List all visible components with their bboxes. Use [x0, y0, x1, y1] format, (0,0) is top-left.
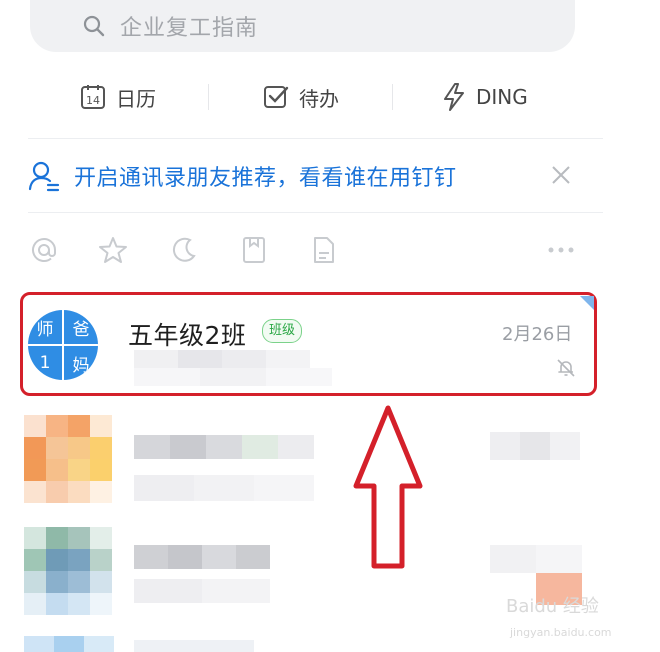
calendar-button[interactable]: 14 日历	[80, 74, 156, 120]
moon-icon[interactable]	[170, 236, 198, 264]
search-icon	[83, 15, 105, 37]
group-avatar: 师 爸 1 妈	[28, 310, 98, 380]
file-icon[interactable]	[312, 236, 336, 264]
more-icon[interactable]	[546, 236, 576, 264]
svg-text:14: 14	[86, 94, 100, 107]
redacted-preview	[134, 350, 334, 388]
star-icon[interactable]	[98, 236, 128, 264]
watermark-url: jingyan.baidu.com	[510, 626, 612, 639]
class-tag: 班级	[262, 319, 303, 343]
close-icon[interactable]	[548, 162, 574, 188]
avatar-cell: 爸	[72, 319, 90, 340]
divider	[28, 138, 603, 139]
divider	[28, 212, 603, 213]
mute-bell-icon	[557, 359, 575, 377]
redacted-text	[134, 415, 314, 505]
at-icon[interactable]	[30, 236, 58, 264]
redacted-text	[134, 640, 254, 652]
search-bar[interactable]: 企业复工指南	[30, 0, 575, 52]
avatar-cell: 妈	[72, 355, 90, 376]
bookmark-icon[interactable]	[242, 236, 266, 264]
contact-recommend-banner[interactable]: 开启通讯录朋友推荐，看看谁在用钉钉	[28, 154, 603, 198]
redacted-avatar	[24, 415, 114, 505]
lightning-icon	[444, 83, 464, 111]
redacted-avatar	[24, 527, 114, 615]
calendar-icon: 14	[81, 85, 105, 109]
contact-icon	[28, 161, 60, 192]
redacted-date	[490, 432, 580, 460]
divider	[208, 84, 209, 110]
avatar-cell: 师	[36, 319, 54, 340]
calendar-label: 日历	[116, 86, 156, 111]
checkbox-icon	[264, 86, 289, 108]
watermark-logo: Baidu 经验	[506, 596, 599, 617]
banner-text: 开启通讯录朋友推荐，看看谁在用钉钉	[74, 166, 457, 191]
chat-date: 2月26日	[502, 324, 573, 345]
avatar-divider	[28, 344, 98, 346]
up-arrow-annotation	[353, 405, 423, 569]
divider	[392, 84, 393, 110]
pinned-corner-marker	[580, 296, 594, 310]
avatar-cell: 1	[39, 353, 51, 373]
search-placeholder: 企业复工指南	[120, 16, 259, 41]
redacted-text	[134, 545, 270, 605]
todo-label: 待办	[299, 86, 339, 111]
ding-label: DING	[476, 85, 528, 109]
chat-title: 五年级2班	[128, 321, 247, 350]
redacted-avatar	[24, 636, 114, 652]
todo-button[interactable]: 待办	[263, 74, 339, 120]
ding-button[interactable]: DING	[442, 74, 528, 120]
